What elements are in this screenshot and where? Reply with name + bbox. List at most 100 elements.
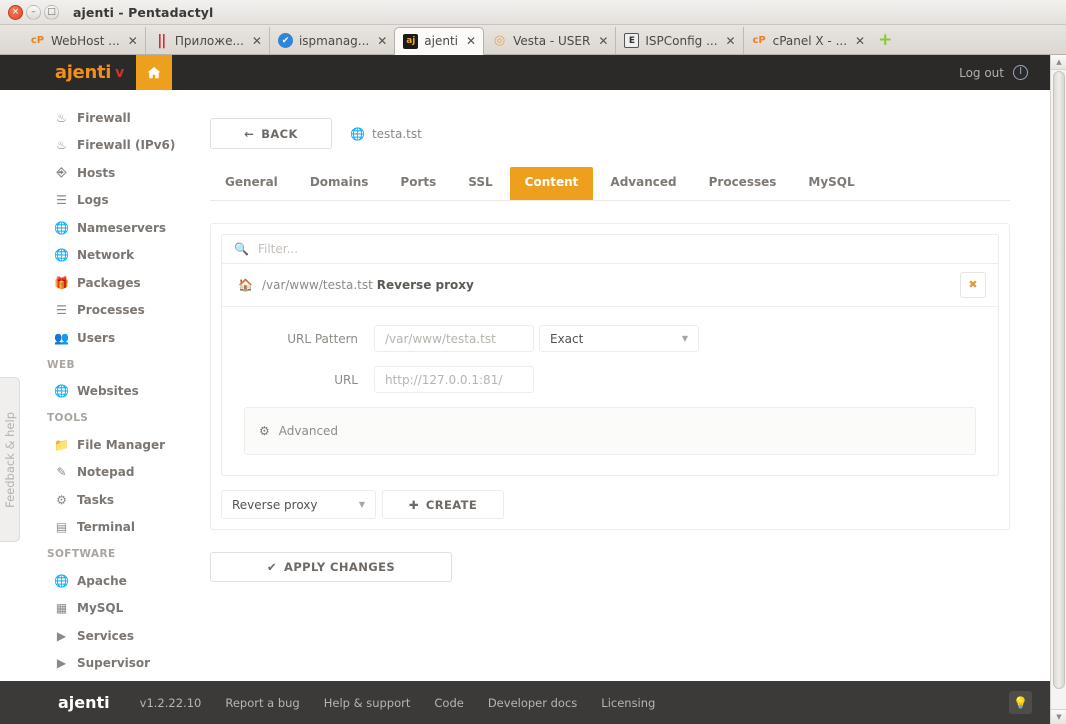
content-item-header: 🏠 /var/www/testa.tst Reverse proxy ✖: [222, 263, 998, 307]
browser-tab[interactable]: Ε ISPConfig ... ✕: [615, 27, 742, 54]
list-icon: ☰: [56, 193, 67, 208]
tab-mysql[interactable]: MySQL: [793, 167, 869, 200]
advanced-toggle[interactable]: ⚙ Advanced: [244, 407, 976, 455]
maximize-icon: □: [47, 6, 56, 17]
logout-label: Log out: [959, 65, 1004, 80]
browser-tab-label: ajenti: [424, 34, 459, 48]
sidebar-item-services[interactable]: ▶ Services: [0, 622, 180, 650]
footer-link-report-a-bug[interactable]: Report a bug: [225, 696, 299, 710]
browser-tab-label: Vesta - USER: [513, 33, 591, 48]
page-scrollbar[interactable]: ▲ ▼: [1050, 55, 1066, 724]
home-icon: [147, 66, 161, 78]
globe-icon: 🌐: [54, 220, 69, 235]
footer-link-help-support[interactable]: Help & support: [324, 696, 411, 710]
pencil-square-icon: ✎: [56, 465, 67, 480]
tab-close-icon[interactable]: ✕: [377, 35, 387, 47]
url-input[interactable]: http://127.0.0.1:81/: [374, 366, 534, 393]
tab-close-icon[interactable]: ✕: [466, 35, 476, 47]
sidebar-item-label: Firewall: [77, 110, 131, 125]
tab-domains[interactable]: Domains: [295, 167, 384, 200]
globe-icon: 🌐: [54, 248, 69, 263]
browser-tab-label: cPanel X - ...: [772, 33, 848, 48]
sidebar-item-mysql[interactable]: ▦ MySQL: [0, 595, 180, 623]
browser-tab-label: Приложе...: [174, 33, 244, 48]
tab-close-icon[interactable]: ✕: [726, 35, 736, 47]
ajenti-logo[interactable]: ajenti v: [0, 55, 136, 90]
tab-advanced[interactable]: Advanced: [595, 167, 691, 200]
power-icon: [1013, 65, 1028, 80]
tab-content[interactable]: Content: [509, 167, 594, 200]
footer-link-developer-docs[interactable]: Developer docs: [488, 696, 577, 710]
tab-ports[interactable]: Ports: [385, 167, 451, 200]
tab-close-icon[interactable]: ✕: [128, 35, 138, 47]
footer-link-licensing[interactable]: Licensing: [601, 696, 655, 710]
back-button[interactable]: ← BACK: [210, 118, 332, 149]
feedback-help-tab[interactable]: Feedback & help: [0, 377, 20, 542]
url-row: URL http://127.0.0.1:81/: [244, 366, 976, 393]
url-pattern-match-select[interactable]: Exact ▼: [539, 325, 699, 352]
home-button[interactable]: [136, 55, 172, 90]
browser-viewport: ajenti v Log out ♨ Firewall ♨ Firewall (…: [0, 55, 1066, 724]
scrollbar-thumb[interactable]: [1053, 71, 1065, 689]
sidebar-item-users[interactable]: 👥 Users: [0, 324, 180, 352]
sidebar-item-firewall[interactable]: ♨ Firewall: [0, 104, 180, 132]
scroll-down-button[interactable]: ▼: [1051, 709, 1066, 724]
content-type-select[interactable]: Reverse proxy ▼: [221, 490, 376, 519]
sidebar-item-nameservers[interactable]: 🌐 Nameservers: [0, 214, 180, 242]
advanced-label: Advanced: [278, 424, 339, 438]
lightbulb-button[interactable]: 💡: [1009, 691, 1032, 714]
tab-processes[interactable]: Processes: [694, 167, 792, 200]
tab-close-icon[interactable]: ✕: [598, 35, 608, 47]
new-tab-button[interactable]: +: [878, 32, 892, 49]
sidebar-item-websites[interactable]: 🌐 Websites: [0, 378, 180, 406]
page-header-row: ← BACK 🌐 testa.tst: [210, 118, 1010, 149]
window-close-button[interactable]: ×: [8, 4, 23, 20]
sidebar-item-apache[interactable]: 🌐 Apache: [0, 567, 180, 595]
tab-ssl[interactable]: SSL: [453, 167, 507, 200]
globe-icon: 🌐: [54, 384, 69, 399]
browser-tab[interactable]: || Приложе... ✕: [144, 27, 269, 54]
sidebar-item-label: Network: [77, 248, 135, 263]
sidebar-item-network[interactable]: 🌐 Network: [0, 242, 180, 270]
url-pattern-input[interactable]: /var/www/testa.tst: [374, 325, 534, 352]
sidebar-item-firewall-ipv6[interactable]: ♨ Firewall (IPv6): [0, 132, 180, 160]
window-maximize-button[interactable]: □: [44, 4, 59, 20]
sidebar-item-processes[interactable]: ☰ Processes: [0, 297, 180, 325]
footer-link-code[interactable]: Code: [434, 696, 463, 710]
lightbulb-icon: 💡: [1013, 695, 1028, 710]
arrow-left-icon: ←: [244, 126, 255, 141]
tab-close-icon[interactable]: ✕: [252, 35, 262, 47]
tab-general[interactable]: General: [210, 167, 293, 200]
sidebar-item-terminal[interactable]: ▤ Terminal: [0, 514, 180, 542]
sidebar-item-notepad[interactable]: ✎ Notepad: [0, 459, 180, 487]
browser-tab[interactable]: ◎ Vesta - USER ✕: [484, 27, 615, 54]
filter-input[interactable]: 🔍 Filter...: [221, 234, 999, 264]
browser-tab[interactable]: cP WebHost ... ✕: [22, 27, 145, 54]
sidebar-item-file-manager[interactable]: 📁 File Manager: [0, 431, 180, 459]
globe-icon: 🌐: [350, 126, 365, 141]
footer-brand: ajenti: [58, 693, 110, 712]
remove-item-button[interactable]: ✖: [960, 271, 986, 298]
close-icon: ×: [11, 6, 20, 17]
sidebar-item-logs[interactable]: ☰ Logs: [0, 187, 180, 215]
tab-close-icon[interactable]: ✕: [855, 35, 865, 47]
window-minimize-button[interactable]: –: [26, 4, 41, 20]
sidebar-item-tasks[interactable]: ⚙ Tasks: [0, 486, 180, 514]
content-type-value: Reverse proxy: [232, 497, 318, 512]
sidebar-item-hosts[interactable]: ⎆ Hosts: [0, 159, 180, 187]
scroll-up-button[interactable]: ▲: [1051, 55, 1066, 70]
table-icon: ▦: [55, 601, 68, 616]
sidebar-item-label: Users: [77, 330, 116, 345]
sidebar-item-supervisor[interactable]: ▶ Supervisor: [0, 650, 180, 678]
apply-changes-button[interactable]: ✔ APPLY CHANGES: [210, 552, 452, 582]
site-name-label: testa.tst: [371, 126, 422, 141]
browser-tab[interactable]: ✔ ispmanag... ✕: [268, 27, 394, 54]
logout-button[interactable]: Log out: [959, 55, 1050, 90]
browser-tab-active[interactable]: aj ajenti ✕: [394, 27, 485, 55]
sidebar-item-packages[interactable]: 🎁 Packages: [0, 269, 180, 297]
create-button[interactable]: ✚ CREATE: [382, 490, 504, 519]
filter-placeholder: Filter...: [257, 242, 299, 256]
play-icon: ▶: [56, 628, 67, 643]
browser-tab[interactable]: cP cPanel X - ... ✕: [742, 27, 872, 54]
sidebar-item-label: Supervisor: [77, 656, 151, 671]
